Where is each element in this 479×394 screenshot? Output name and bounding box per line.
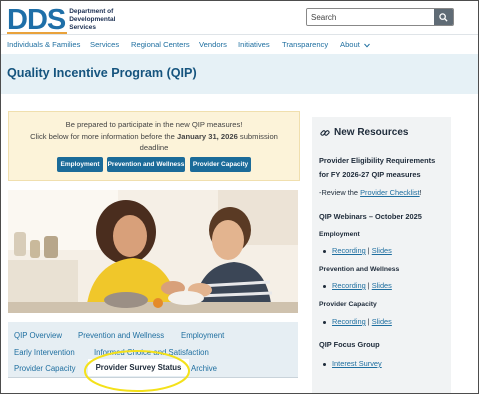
provider-checklist-link[interactable]: Provider Checklist	[360, 188, 420, 197]
nav-vendors[interactable]: Vendors	[199, 40, 227, 49]
eligibility-line: Provider Eligibility Requirements	[319, 156, 436, 165]
new-resources-header: New Resources	[320, 127, 408, 138]
notice-deadline-date: January 31, 2026	[177, 132, 238, 141]
notice-text: Click below for more information before …	[30, 132, 177, 141]
webinar-section-label: Prevention and Wellness	[319, 266, 400, 273]
chevron-down-icon	[364, 43, 370, 48]
tab-archive[interactable]: Archive	[191, 364, 217, 373]
bullet-dot	[323, 249, 326, 253]
search-box	[306, 8, 454, 26]
browser-page: DDS Department of Developmental Services…	[0, 0, 479, 394]
notice-line-1: Be prepared to participate in the new QI…	[65, 120, 243, 129]
bullet-dot	[323, 320, 326, 324]
notice-box: Be prepared to participate in the new QI…	[8, 111, 300, 181]
nav-about-label: About	[340, 40, 360, 49]
hero-photo-illustration	[8, 190, 298, 313]
dds-logo[interactable]: DDS Department of Developmental Services	[7, 4, 121, 36]
bullet-dot	[323, 284, 326, 288]
search-button[interactable]	[434, 9, 453, 25]
logo-text-line: Services	[69, 24, 96, 31]
tab-early-intervention[interactable]: Early Intervention	[14, 348, 75, 357]
recording-link[interactable]: Recording	[332, 246, 366, 255]
eligibility-line: for FY 2026-27 QIP measures	[319, 170, 421, 179]
webinar-section-label: Employment	[319, 231, 360, 238]
notice-text: submission	[237, 132, 278, 141]
main-nav: Individuals & Families Services Regional…	[1, 34, 478, 55]
provider-capacity-button[interactable]: Provider Capacity	[190, 157, 251, 172]
tab-provider-capacity[interactable]: Provider Capacity	[14, 364, 76, 373]
nav-regional-centers[interactable]: Regional Centers	[131, 40, 190, 49]
nav-initiatives[interactable]: Initiatives	[238, 40, 270, 49]
search-input[interactable]	[307, 9, 434, 25]
recording-link[interactable]: Recording	[332, 281, 366, 290]
notice-line-2: Click below for more information before …	[9, 132, 299, 141]
page-title: Quality Incentive Program (QIP)	[7, 66, 197, 80]
prevention-wellness-button[interactable]: Prevention and Wellness	[107, 157, 185, 172]
notice-line-3: deadline	[139, 143, 169, 152]
logo-text-line: Developmental	[69, 16, 116, 23]
tab-qip-overview[interactable]: QIP Overview	[14, 331, 62, 340]
logo-text-line: Department of	[69, 8, 114, 15]
title-band: Quality Incentive Program (QIP)	[1, 54, 478, 94]
highlight-circle	[84, 350, 190, 392]
nav-about[interactable]: About	[340, 40, 370, 49]
new-resources-panel: New Resources Provider Eligibility Requi…	[312, 117, 451, 393]
employment-button[interactable]: Employment	[57, 157, 103, 172]
review-text: -Review the	[319, 188, 361, 197]
logo-text: Department of Developmental Services	[69, 8, 121, 32]
logo-mark: DDS	[7, 4, 66, 36]
review-checklist-text: -Review the Provider Checklist!	[319, 187, 422, 198]
eligibility-requirements: Provider Eligibility Requirements for FY…	[319, 155, 435, 180]
nav-services[interactable]: Services	[90, 40, 119, 49]
link-icon	[320, 129, 330, 136]
nav-transparency[interactable]: Transparency	[282, 40, 328, 49]
focus-group-title: QIP Focus Group	[319, 340, 380, 349]
hero-photo	[8, 190, 298, 313]
recording-link[interactable]: Recording	[332, 317, 366, 326]
interest-survey-link[interactable]: Interest Survey	[332, 359, 382, 368]
search-icon	[439, 12, 448, 22]
separator: |	[367, 246, 370, 255]
slides-link[interactable]: Slides	[372, 281, 392, 290]
new-resources-title: New Resources	[334, 127, 409, 138]
nav-individuals-families[interactable]: Individuals & Families	[7, 40, 80, 49]
webinar-section-label: Provider Capacity	[319, 301, 377, 308]
webinar-links-prevention: Recording | Slides	[323, 281, 392, 290]
webinar-links-employment: Recording | Slides	[323, 246, 392, 255]
webinar-links-capacity: Recording | Slides	[323, 317, 392, 326]
separator: |	[367, 281, 370, 290]
webinars-title: QIP Webinars – October 2025	[319, 212, 422, 221]
review-text: !	[419, 188, 422, 197]
slides-link[interactable]: Slides	[372, 317, 392, 326]
tab-employment[interactable]: Employment	[181, 331, 224, 340]
slides-link[interactable]: Slides	[372, 246, 392, 255]
separator: |	[367, 317, 370, 326]
bullet-dot	[323, 362, 326, 366]
focus-group-link-row: Interest Survey	[323, 359, 382, 368]
tab-prevention-wellness[interactable]: Prevention and Wellness	[78, 331, 164, 340]
